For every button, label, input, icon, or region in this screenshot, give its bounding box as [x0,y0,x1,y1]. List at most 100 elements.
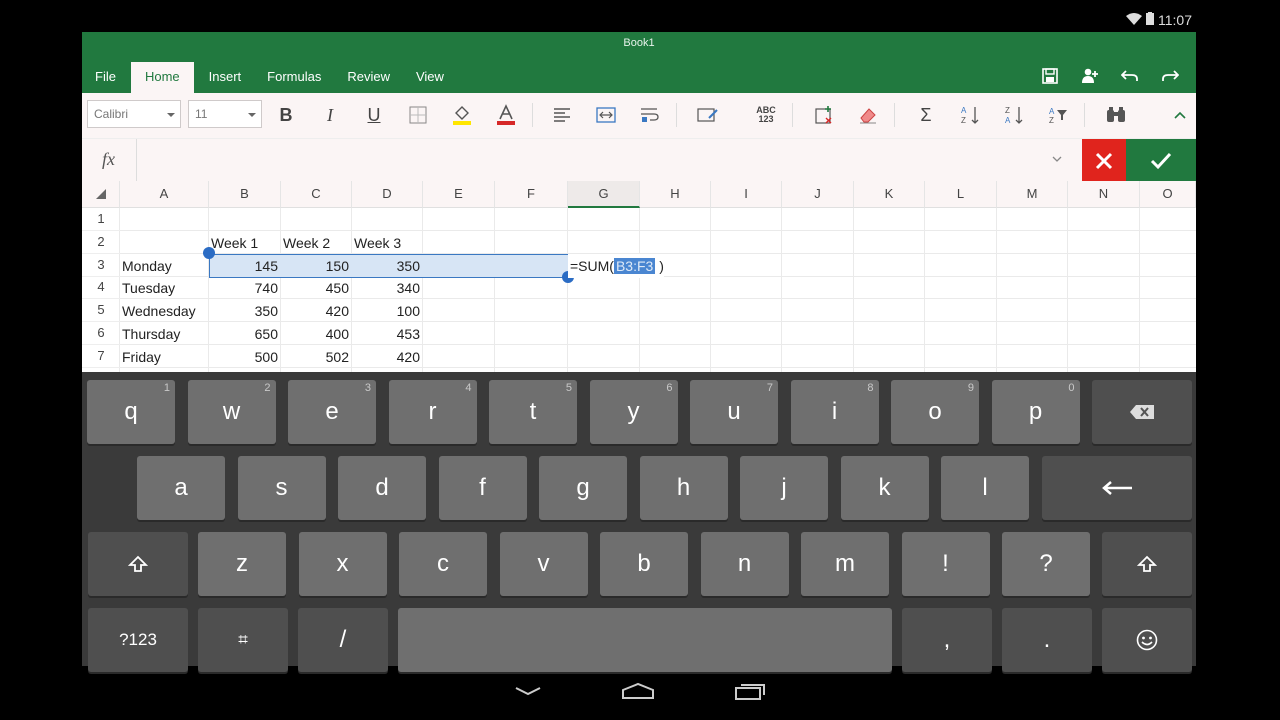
key-g[interactable]: g [539,456,627,520]
cell-b6[interactable]: 650 [211,322,281,345]
expand-formula-icon[interactable] [1052,151,1062,165]
cell-b4[interactable]: 740 [211,276,281,299]
key-s[interactable]: s [237,456,326,520]
row-header-4[interactable]: 4 [82,276,120,300]
key-exclamation[interactable]: ! [901,532,990,596]
confirm-formula-button[interactable] [1126,139,1196,182]
key-w[interactable]: w2 [187,380,276,444]
key-l[interactable]: l [941,456,1029,520]
column-header-c[interactable]: C [281,181,352,208]
bold-button[interactable]: B [272,102,300,128]
cancel-formula-button[interactable] [1082,139,1126,182]
fill-color-icon[interactable] [448,102,476,128]
key-m[interactable]: m [801,532,889,596]
share-icon[interactable] [1070,64,1110,88]
column-header-b[interactable]: B [209,181,281,208]
home-icon[interactable] [618,676,658,706]
key-v[interactable]: v [499,532,588,596]
column-header-e[interactable]: E [423,181,495,208]
shift-left-key[interactable] [88,532,188,596]
key-d[interactable]: d [338,456,426,520]
column-header-a[interactable]: A [120,181,209,208]
tab-file[interactable]: File [82,62,129,93]
period-key[interactable]: . [1002,608,1092,672]
select-all-corner[interactable] [82,181,120,208]
row-header-1[interactable]: 1 [82,208,120,231]
font-size-dropdown[interactable]: 11 [188,100,262,128]
sort-filter-icon[interactable]: AZ [1044,102,1072,128]
find-binoculars-icon[interactable] [1102,102,1130,128]
column-header-o[interactable]: O [1140,181,1196,208]
keyboard-settings-key[interactable]: ⌗ [198,608,288,672]
row-header-2[interactable]: 2 [82,231,120,254]
cell-d7[interactable]: 420 [354,345,423,368]
space-bar[interactable] [398,608,892,672]
autosum-button[interactable]: Σ [912,102,940,128]
slash-key[interactable]: / [298,608,388,672]
cell-b5[interactable]: 350 [211,299,281,322]
key-n[interactable]: n [700,532,789,596]
symbols-key[interactable]: ?123 [88,608,188,672]
cell-b3[interactable]: 145 [211,254,281,277]
row-header-6[interactable]: 6 [82,322,120,345]
tab-home[interactable]: Home [130,62,194,93]
column-header-l[interactable]: L [925,181,997,208]
key-z[interactable]: z [198,532,286,596]
key-x[interactable]: x [298,532,387,596]
wrap-text-icon[interactable] [636,102,664,128]
font-color-icon[interactable] [492,102,520,128]
cell-d3[interactable]: 350 [354,254,423,277]
tab-view[interactable]: View [403,62,457,93]
collapse-ribbon-icon[interactable] [1166,102,1194,128]
key-e[interactable]: e3 [288,380,376,444]
format-cells-icon[interactable] [694,102,722,128]
tab-formulas[interactable]: Formulas [254,62,334,93]
insert-cells-icon[interactable] [810,102,838,128]
column-header-d[interactable]: D [352,181,423,208]
cell-d4[interactable]: 340 [354,276,423,299]
key-t[interactable]: t5 [489,380,577,444]
key-o[interactable]: o9 [891,380,979,444]
comma-key[interactable]: , [902,608,992,672]
row-header-5[interactable]: 5 [82,299,120,323]
formula-range-reference[interactable]: B3:F3 [613,258,656,274]
key-i[interactable]: i8 [790,380,879,444]
key-b[interactable]: b [600,532,688,596]
tab-review[interactable]: Review [334,62,403,93]
sort-descending-icon[interactable]: ZA [1000,102,1028,128]
cell-c6[interactable]: 400 [283,322,352,345]
save-icon[interactable] [1030,64,1070,88]
recent-apps-icon[interactable] [730,676,770,706]
cell-c7[interactable]: 502 [283,345,352,368]
key-q[interactable]: q1 [87,380,175,444]
cell-d5[interactable]: 100 [354,299,423,322]
font-name-dropdown[interactable]: Calibri [87,100,181,128]
undo-icon[interactable] [1110,64,1150,88]
cell-c5[interactable]: 420 [283,299,352,322]
enter-key[interactable] [1042,456,1192,520]
key-y[interactable]: y6 [589,380,678,444]
italic-button[interactable]: I [316,102,344,128]
clear-eraser-icon[interactable] [854,102,882,128]
sort-ascending-icon[interactable]: AZ [956,102,984,128]
number-format-button[interactable]: ABC 123 [752,102,780,128]
column-header-m[interactable]: M [997,181,1068,208]
key-a[interactable]: a [137,456,225,520]
underline-button[interactable]: U [360,102,388,128]
key-j[interactable]: j [740,456,828,520]
back-icon[interactable] [508,676,548,706]
cell-b7[interactable]: 500 [211,345,281,368]
key-k[interactable]: k [840,456,929,520]
column-header-h[interactable]: H [640,181,711,208]
merge-cells-icon[interactable] [592,102,620,128]
cell-c3[interactable]: 150 [283,254,352,277]
key-p[interactable]: p0 [991,380,1080,444]
shift-right-key[interactable] [1102,532,1192,596]
row-header-3[interactable]: 3 [82,254,120,277]
tab-insert[interactable]: Insert [196,62,255,93]
redo-icon[interactable] [1150,64,1190,88]
cell-d6[interactable]: 453 [354,322,423,345]
borders-icon[interactable] [404,102,432,128]
key-question[interactable]: ? [1002,532,1090,596]
active-cell-formula[interactable]: =SUM(B3:F3 ) [568,254,664,278]
